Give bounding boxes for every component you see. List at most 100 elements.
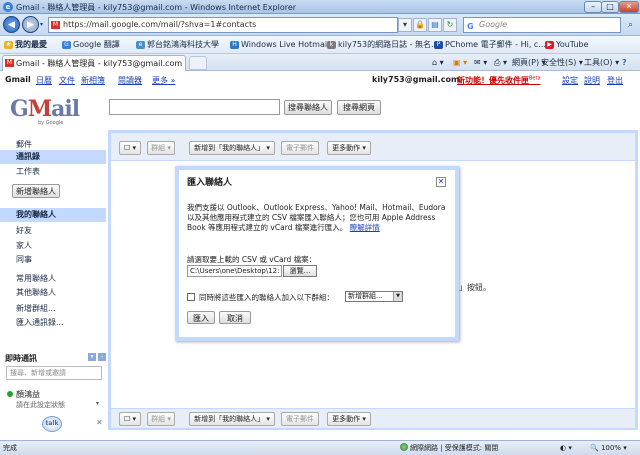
address-dropdown-icon[interactable]: ▾ — [398, 18, 412, 32]
more-actions-dropdown-bottom[interactable]: 更多動作 ▾ — [327, 412, 371, 426]
tab-gmail[interactable]: M Gmail - 聯絡人管理員 - kily753@gmail.com — [2, 55, 186, 71]
maximize-button[interactable]: □ — [601, 1, 619, 13]
sidebar-my-contacts[interactable]: 我的聯絡人 — [0, 208, 106, 222]
link-calendar[interactable]: 日曆 — [36, 75, 52, 86]
chat-title: 即時通訊 — [5, 354, 37, 363]
email-button-bottom[interactable]: 電子郵件 — [281, 412, 319, 426]
group-dropdown-bottom[interactable]: 群組 ▾ — [147, 412, 175, 426]
cancel-button[interactable]: 取消 — [219, 311, 251, 324]
zoom-mode-icon[interactable]: ◐ ▾ — [560, 441, 572, 455]
sidebar-tasks[interactable]: 工作表 — [16, 166, 40, 177]
fav-wretch[interactable]: k kily753的網路日誌 - 無名... — [327, 39, 439, 51]
lock-icon[interactable]: 🔒 — [413, 18, 427, 32]
page-icon: e — [136, 41, 145, 49]
fav-google-translate[interactable]: G Google 翻譯 — [62, 39, 120, 51]
feeds-icon[interactable]: ▣ ▾ — [453, 56, 467, 69]
tools-menu[interactable]: 工具(O) ▾ — [584, 56, 619, 69]
chat-close-icon[interactable]: ✕ — [96, 418, 103, 427]
contacts-toolbar-top: ☐ ▾ 群組 ▾ 新增到「我的聯絡人」 ▾ 電子郵件 更多動作 ▾ — [111, 133, 635, 161]
select-checkbox-dropdown-bottom[interactable]: ☐ ▾ — [119, 412, 141, 426]
favorites-button[interactable]: ★ 我的最愛 — [4, 39, 47, 51]
chat-user-name[interactable]: 顏鴻益 — [16, 389, 40, 400]
contacts-search-input[interactable] — [109, 99, 280, 115]
zoom-level[interactable]: 🔍 100% ▾ — [590, 441, 627, 455]
sidebar-coworkers[interactable]: 同事 — [16, 254, 32, 265]
home-icon[interactable]: ⌂ ▾ — [432, 56, 444, 69]
group-select[interactable]: 新增群組... ▼ — [345, 291, 403, 302]
dialog-title: 匯入聯絡人 — [187, 178, 233, 188]
add-to-group-checkbox[interactable] — [187, 293, 195, 301]
compat-view-icon[interactable]: ▤ — [428, 18, 442, 32]
new-tab-button[interactable] — [189, 56, 207, 70]
fav-youtube[interactable]: ▶ YouTube — [545, 39, 589, 51]
globe-icon — [400, 443, 408, 451]
import-button[interactable]: 匯入 — [187, 311, 215, 324]
search-web-button[interactable]: 搜尋網頁 — [337, 100, 381, 115]
sidebar-family[interactable]: 家人 — [16, 240, 32, 251]
fav-hotmail[interactable]: H Windows Live Hotmail — [230, 39, 329, 51]
back-button[interactable]: ◀ — [3, 16, 20, 33]
dialog-description: 我們支援以 Outlook、Outlook Express、Yahoo! Mai… — [187, 203, 446, 232]
search-go-icon[interactable]: ⌕ — [624, 18, 637, 32]
new-feature-link[interactable]: 新功能！優先收件匣Beta — [457, 75, 541, 86]
help-icon[interactable]: ? — [622, 56, 627, 69]
safety-menu[interactable]: 安全性(S) ▾ — [541, 56, 583, 69]
link-settings[interactable]: 設定 — [562, 75, 578, 86]
dialog-close-icon[interactable]: ✕ — [436, 177, 446, 187]
security-zone[interactable]: 網際網路 | 受保護模式: 關閉 — [400, 441, 498, 455]
gmail-favicon: M — [51, 21, 60, 29]
address-bar[interactable]: M https://mail.google.com/mail/?shva=1#c… — [48, 17, 398, 33]
chat-collapse-icon[interactable]: – — [98, 353, 106, 361]
chat-options-icon[interactable]: ▾ — [88, 353, 96, 361]
tab-row: M Gmail - 聯絡人管理員 - kily753@gmail.com ⌂ ▾… — [0, 54, 640, 71]
sidebar-contacts[interactable]: 通訊錄 — [0, 150, 106, 164]
link-help[interactable]: 說明 — [584, 75, 600, 86]
link-photos[interactable]: 新相簿 — [81, 75, 105, 86]
link-signout[interactable]: 登出 — [607, 75, 623, 86]
sidebar-new-group[interactable]: 新增群組... — [16, 303, 56, 314]
window-titlebar: e Gmail - 聯絡人管理員 - kily753@gmail.com - W… — [0, 0, 640, 14]
learn-more-link[interactable]: 瞭解詳情 — [350, 223, 380, 232]
select-arrow-icon: ▼ — [393, 292, 402, 301]
add-to-my-contacts-dropdown-bottom[interactable]: 新增到「我的聯絡人」 ▾ — [189, 412, 275, 426]
sidebar-friends[interactable]: 好友 — [16, 225, 32, 236]
mail-icon[interactable]: ✉ ▾ — [474, 56, 487, 69]
browser-search-input[interactable]: G Google — [463, 17, 621, 33]
search-contacts-button[interactable]: 搜尋聯絡人 — [284, 100, 332, 115]
sidebar-other[interactable]: 其他聯絡人 — [16, 287, 56, 298]
blog-icon: k — [327, 41, 336, 49]
google-search-icon: G — [467, 22, 474, 31]
email-button[interactable]: 電子郵件 — [281, 141, 319, 155]
more-actions-dropdown[interactable]: 更多動作 ▾ — [327, 141, 371, 155]
file-path-input[interactable]: C:\Users\one\Desktop\12: — [187, 265, 282, 277]
refresh-icon[interactable]: ↻ — [443, 18, 457, 32]
recent-pages-icon[interactable]: ▾ — [40, 21, 43, 28]
gmail-tab-icon: M — [5, 59, 14, 67]
chat-status-text[interactable]: 請在此設定狀態 — [16, 400, 65, 410]
sidebar-import[interactable]: 匯入通訊錄... — [16, 317, 64, 328]
translate-icon: G — [62, 41, 71, 49]
print-icon[interactable]: ⎙ ▾ — [494, 56, 507, 69]
fav-pchome[interactable]: P PChome 電子郵件 - Hi, c... — [434, 39, 546, 51]
browse-button[interactable]: 瀏覽... — [283, 265, 317, 277]
google-talk-icon[interactable]: talk — [42, 416, 62, 432]
sidebar-frequent[interactable]: 常用聯絡人 — [16, 273, 56, 284]
group-dropdown[interactable]: 群組 ▾ — [147, 141, 175, 155]
forward-button[interactable]: ▶ — [22, 16, 39, 33]
new-contact-button[interactable]: 新增聯絡人 — [12, 184, 60, 198]
fav-university[interactable]: e 郭台銘鴻海科技大學 — [136, 39, 219, 51]
link-more[interactable]: 更多 » — [152, 75, 175, 86]
chat-search-input[interactable]: 搜尋、新增或邀請 — [6, 366, 102, 380]
minimize-button[interactable]: – — [584, 1, 602, 13]
select-checkbox-dropdown[interactable]: ☐ ▾ — [119, 141, 141, 155]
link-reader[interactable]: 閱讀器 — [118, 75, 142, 86]
close-window-button[interactable]: ✕ — [619, 1, 639, 13]
add-to-my-contacts-dropdown[interactable]: 新增到「我的聯絡人」 ▾ — [189, 141, 275, 155]
pchome-icon: P — [434, 41, 443, 49]
address-toolbar: ◀ ▶ ▾ M https://mail.google.com/mail/?sh… — [0, 14, 640, 36]
gmail-logo[interactable]: GMail by Google — [10, 96, 80, 126]
sidebar-mail[interactable]: 郵件 — [16, 139, 32, 150]
background-hint-text: 」按鈕。 — [459, 283, 491, 292]
link-docs[interactable]: 文件 — [59, 75, 75, 86]
status-dropdown-icon[interactable]: ▾ — [96, 400, 99, 407]
